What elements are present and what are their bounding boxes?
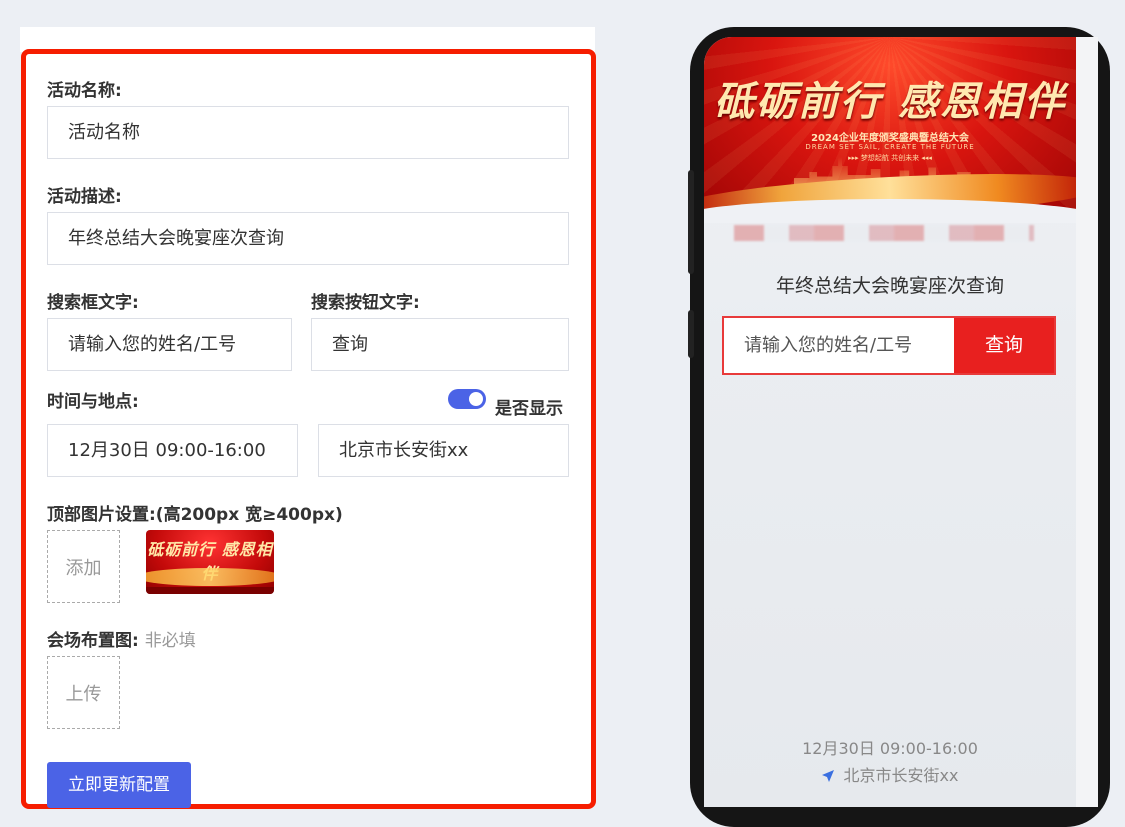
time-place-label: 时间与地点: bbox=[47, 392, 139, 412]
thumbnail-footer bbox=[146, 587, 274, 594]
thumbnail-wave bbox=[146, 568, 274, 586]
top-image-label: 顶部图片设置:(高200px 宽≥400px) bbox=[47, 505, 343, 525]
time-input[interactable]: 12月30日 09:00-16:00 bbox=[47, 424, 298, 477]
search-button-text-label: 搜索按钮文字: bbox=[311, 293, 420, 313]
search-button-text-input[interactable]: 查询 bbox=[311, 318, 569, 371]
preview-search-input[interactable]: 请输入您的姓名/工号 bbox=[724, 318, 956, 373]
blurred-strip bbox=[734, 225, 1034, 241]
banner-tagline-en: DREAM SET SAIL, CREATE THE FUTURE bbox=[805, 143, 975, 151]
venue-map-label-text: 会场布置图: bbox=[47, 631, 139, 651]
banner-thumbnail[interactable]: 砥砺前行 感恩相伴 bbox=[146, 530, 274, 594]
banner-subtitle: 2024企业年度颁奖盛典暨总结大会 bbox=[811, 133, 969, 144]
activity-desc-input[interactable]: 年终总结大会晚宴座次查询 bbox=[47, 212, 569, 265]
place-input[interactable]: 北京市长安街xx bbox=[318, 424, 569, 477]
preview-location: 北京市长安街xx bbox=[704, 762, 1076, 786]
activity-desc-label: 活动描述: bbox=[47, 187, 122, 207]
add-image-button[interactable]: 添加 bbox=[47, 530, 120, 603]
preview-search-button[interactable]: 查询 bbox=[954, 318, 1054, 373]
venue-map-label: 会场布置图: 非必填 bbox=[47, 626, 196, 651]
update-config-button[interactable]: 立即更新配置 bbox=[47, 762, 191, 808]
banner-tagline-cn: ▸▸▸ 梦想起航 共创未来 ◂◂◂ bbox=[848, 154, 932, 162]
preview-location-text: 北京市长安街xx bbox=[843, 766, 959, 785]
preview-title: 年终总结大会晚宴座次查询 bbox=[775, 275, 1004, 297]
search-text-label: 搜索框文字: bbox=[47, 293, 139, 313]
venue-map-hint: 非必填 bbox=[144, 631, 196, 651]
show-time-place-toggle[interactable] bbox=[448, 389, 486, 409]
banner-bottom-curve bbox=[704, 199, 1076, 223]
phone-volume-up bbox=[688, 170, 694, 274]
phone-screen-gutter bbox=[1076, 37, 1098, 807]
search-text-input[interactable]: 请输入您的姓名/工号 bbox=[47, 318, 292, 371]
preview-search-bar: 请输入您的姓名/工号 查询 bbox=[722, 316, 1056, 375]
phone-preview-screen: 砥砺前行 感恩相伴 2024企业年度颁奖盛典暨总结大会 DREAM SET SA… bbox=[704, 37, 1076, 807]
upload-venue-map-button[interactable]: 上传 bbox=[47, 656, 120, 729]
banner-title: 砥砺前行 感恩相伴 bbox=[714, 79, 1066, 125]
location-arrow-icon bbox=[821, 770, 834, 782]
show-toggle-label: 是否显示 bbox=[495, 399, 563, 419]
preview-time: 12月30日 09:00-16:00 bbox=[802, 739, 978, 758]
phone-volume-down bbox=[688, 310, 694, 358]
activity-name-label: 活动名称: bbox=[47, 81, 122, 101]
toggle-knob bbox=[469, 392, 483, 406]
activity-name-input[interactable]: 活动名称 bbox=[47, 106, 569, 159]
preview-banner: 砥砺前行 感恩相伴 2024企业年度颁奖盛典暨总结大会 DREAM SET SA… bbox=[704, 37, 1076, 223]
